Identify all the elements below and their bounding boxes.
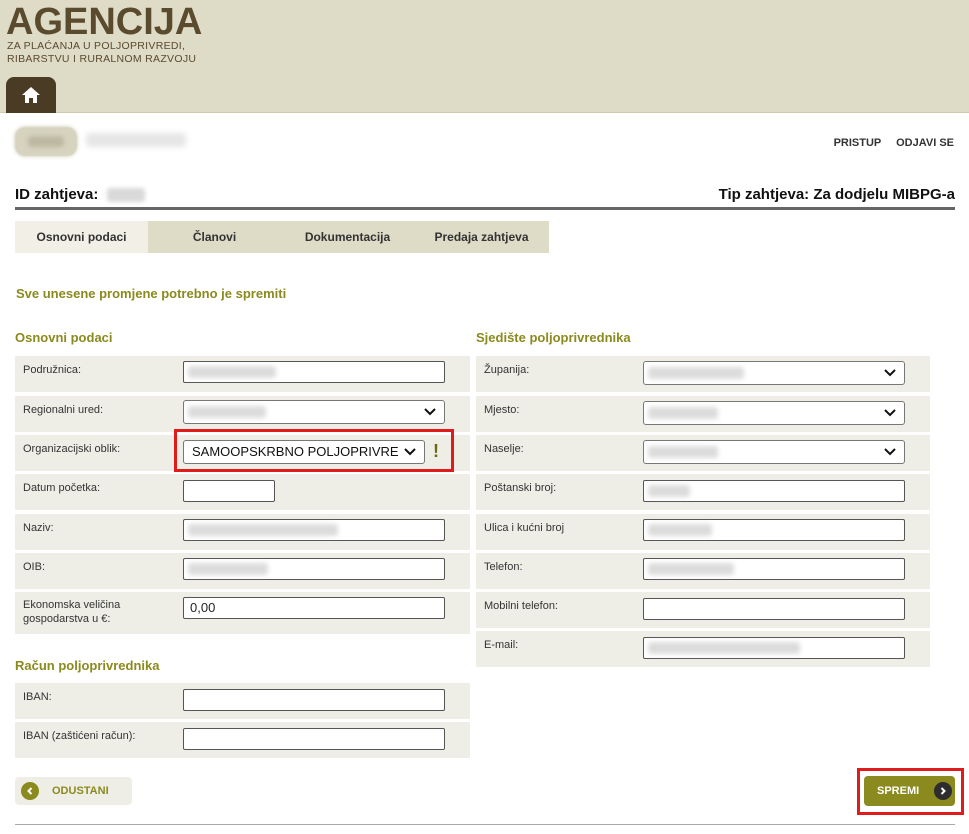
row-mjesto: Mjesto:	[476, 396, 930, 432]
tab-predaja-zahtjeva[interactable]: Predaja zahtjeva	[414, 221, 549, 253]
section-title-basic: Osnovni podaci	[15, 330, 113, 345]
label-zupanija: Županija:	[484, 364, 530, 376]
label-eko-line-2: gospodarstva u €:	[23, 613, 111, 625]
logo-subtitle-line-2: RIBARSTVU I RURALNOM RAZVOJU	[7, 53, 197, 65]
row-oib: OIB:	[15, 553, 470, 589]
home-icon	[22, 87, 40, 103]
label-postanski-broj: Poštanski broj:	[484, 482, 557, 494]
mobilni-field[interactable]	[643, 598, 905, 620]
label-mobilni: Mobilni telefon:	[484, 600, 558, 612]
highlight-save-button	[857, 768, 964, 815]
telefon-field[interactable]	[643, 558, 905, 580]
label-iban: IBAN:	[23, 691, 52, 703]
chevron-down-icon	[884, 409, 896, 417]
request-id-redacted	[106, 188, 145, 203]
label-eko-line-1: Ekonomska veličina	[23, 599, 121, 611]
request-header: ID zahtjeva: Tip zahtjeva: Za dodjelu MI…	[15, 184, 955, 210]
redacted-value	[188, 406, 266, 418]
label-ulica: Ulica i kućni broj	[484, 522, 565, 534]
redacted-value	[648, 367, 744, 379]
redacted-value	[648, 563, 734, 575]
datum-pocetka-field[interactable]	[183, 480, 275, 502]
row-ekonomska-velicina: Ekonomska veličina gospodarstva u €: 0,0…	[15, 592, 470, 634]
label-naziv: Naziv:	[23, 522, 54, 534]
request-type: Tip zahtjeva: Za dodjelu MIBPG-a	[718, 186, 955, 203]
label-email: E-mail:	[484, 639, 519, 651]
row-email: E-mail:	[476, 631, 930, 667]
redacted-value	[648, 642, 800, 654]
ulica-field[interactable]	[643, 519, 905, 541]
row-postanski-broj: Poštanski broj:	[476, 474, 930, 510]
tab-osnovni-podaci[interactable]: Osnovni podaci	[15, 221, 148, 253]
row-datum-pocetka: Datum početka:	[15, 474, 470, 510]
top-links: PRISTUP ODJAVI SE	[822, 137, 954, 149]
redacted-value	[648, 446, 718, 458]
mjesto-select[interactable]	[643, 401, 905, 425]
row-naziv: Naziv:	[15, 514, 470, 550]
naziv-field[interactable]	[183, 519, 445, 541]
user-name-redacted	[86, 133, 186, 147]
section-title-seat: Sjedište poljoprivrednika	[476, 330, 631, 345]
oib-field[interactable]	[183, 558, 445, 580]
label-telefon: Telefon:	[484, 561, 523, 573]
pristup-link[interactable]: PRISTUP	[834, 137, 881, 149]
row-mobilni: Mobilni telefon:	[476, 592, 930, 628]
user-avatar[interactable]	[15, 127, 77, 156]
regionalni-ured-select[interactable]	[183, 400, 445, 424]
label-naselje: Naselje:	[484, 443, 524, 455]
iban-protected-field[interactable]	[183, 728, 445, 750]
request-id-label: ID zahtjeva:	[15, 186, 99, 203]
row-iban: IBAN:	[15, 683, 470, 719]
redacted-value	[648, 524, 712, 536]
cancel-button-label: ODUSTANI	[52, 785, 109, 797]
podruznica-field[interactable]	[183, 361, 445, 383]
label-mjesto: Mjesto:	[484, 404, 520, 416]
bottom-divider	[15, 824, 955, 825]
row-naselje: Naselje:	[476, 435, 930, 471]
user-avatar-blur	[28, 136, 64, 147]
row-ulica: Ulica i kućni broj	[476, 514, 930, 550]
request-id: ID zahtjeva:	[15, 186, 145, 203]
odjavi-se-link[interactable]: ODJAVI SE	[896, 137, 954, 149]
chevron-down-icon	[884, 448, 896, 456]
tab-bar: Osnovni podaci Članovi Dokumentacija Pre…	[15, 221, 549, 253]
email-field[interactable]	[643, 637, 905, 659]
logo-title[interactable]: AGENCIJA	[6, 2, 202, 42]
ekonomska-velicina-field[interactable]: 0,00	[183, 597, 445, 619]
row-podruznica: Podružnica:	[15, 356, 470, 392]
label-iban-protected: IBAN (zaštićeni račun):	[23, 730, 136, 742]
redacted-value	[648, 407, 718, 419]
zupanija-select[interactable]	[643, 361, 905, 385]
site-header: AGENCIJA ZA PLAĆANJA U POLJOPRIVREDI, RI…	[0, 0, 969, 113]
row-zupanija: Županija:	[476, 356, 930, 392]
redacted-value	[188, 366, 276, 378]
naselje-select[interactable]	[643, 440, 905, 464]
chevron-down-icon	[884, 369, 896, 377]
cancel-button[interactable]: ODUSTANI	[15, 777, 132, 805]
row-regionalni-ured: Regionalni ured:	[15, 396, 470, 432]
logo-subtitle-line-1: ZA PLAĆANJA U POLJOPRIVREDI,	[7, 40, 186, 52]
chevron-down-icon	[424, 408, 436, 416]
label-org-oblik: Organizacijski oblik:	[23, 443, 121, 455]
save-notice: Sve unesene promjene potrebno je spremit…	[16, 286, 287, 301]
circle-arrow-left-icon	[21, 782, 39, 800]
label-regionalni-ured: Regionalni ured:	[23, 404, 104, 416]
row-iban-protected: IBAN (zaštićeni račun):	[15, 722, 470, 758]
postanski-broj-field[interactable]	[643, 480, 905, 502]
section-title-account: Račun poljoprivrednika	[15, 658, 160, 673]
redacted-value	[188, 524, 338, 536]
iban-field[interactable]	[183, 689, 445, 711]
home-tab[interactable]	[6, 77, 56, 113]
highlight-org-oblik	[174, 429, 454, 472]
redacted-value	[648, 485, 690, 497]
redacted-value	[188, 563, 268, 575]
label-ekonomska-velicina: Ekonomska veličina gospodarstva u €:	[23, 598, 120, 626]
label-oib: OIB:	[23, 561, 46, 573]
label-datum-pocetka: Datum početka:	[23, 482, 101, 494]
logo-subtitle: ZA PLAĆANJA U POLJOPRIVREDI, RIBARSTVU I…	[7, 40, 196, 66]
tab-dokumentacija[interactable]: Dokumentacija	[281, 221, 414, 253]
label-podruznica: Podružnica:	[23, 364, 82, 376]
tab-clanovi[interactable]: Članovi	[148, 221, 281, 253]
row-telefon: Telefon:	[476, 553, 930, 589]
